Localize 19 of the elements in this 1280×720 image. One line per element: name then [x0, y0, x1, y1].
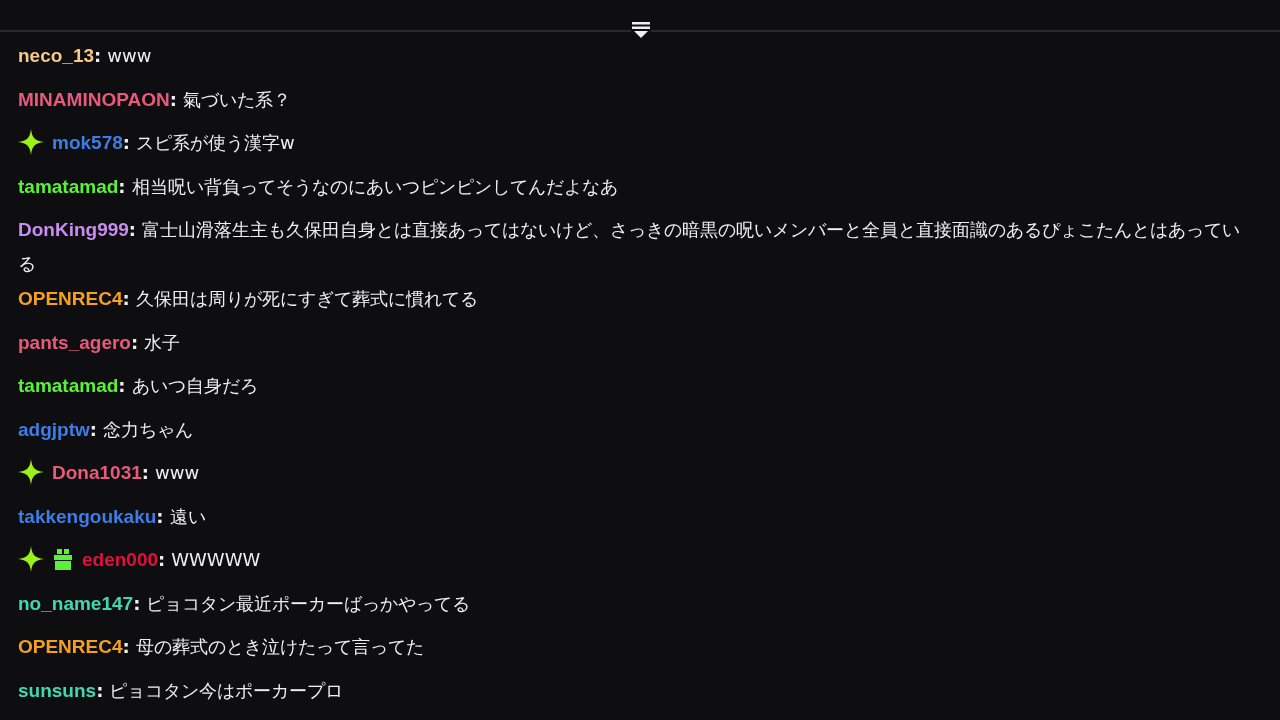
chat-message: neco_13: www [18, 45, 152, 66]
sparkle-icon [18, 546, 44, 572]
chat-message: OPENREC4: 母の葬式のとき泣けたって言ってた [18, 636, 424, 657]
chat-message: tamatamad: あいつ自身だろ [18, 375, 258, 396]
chat-message: Dona1031: www [52, 462, 200, 483]
chat-message: OPENREC4: 久保田は周りが死にすぎて葬式に慣れてる [18, 288, 478, 309]
chat-message: eden000: WWWWW [82, 549, 261, 570]
chat-message: takkengoukaku: 遠い [18, 505, 206, 527]
chat-message: adgjptw: 念力ちゃん [18, 418, 193, 440]
chat-message: DonKing999: 富士山滑落生主も久保田自身とは直接あってはないけど、さっきの暗黒の呪いメンバーと全員と直接面識のあるぴょこたんとはあっている [18, 219, 1241, 274]
chat-message: sunsuns: ピョコタン今はポーカープロ [18, 679, 344, 701]
gift-icon [52, 548, 74, 570]
chat-message: mok578: スピ系が使う漢字w [52, 132, 295, 153]
sparkle-icon [18, 459, 44, 485]
chat-message: pants_agero: 水子 [18, 331, 181, 353]
sparkle-icon [18, 129, 44, 155]
chat-message: MINAMINOPAON: 氣づいた系？ [18, 88, 291, 110]
chat-message: tamatamad: 相当呪い背負ってそうなのにあいつピンピンしてんだよなあ [18, 175, 618, 197]
chat-message: no_name147: ピョコタン最近ポーカーばっかやってる [18, 592, 471, 614]
